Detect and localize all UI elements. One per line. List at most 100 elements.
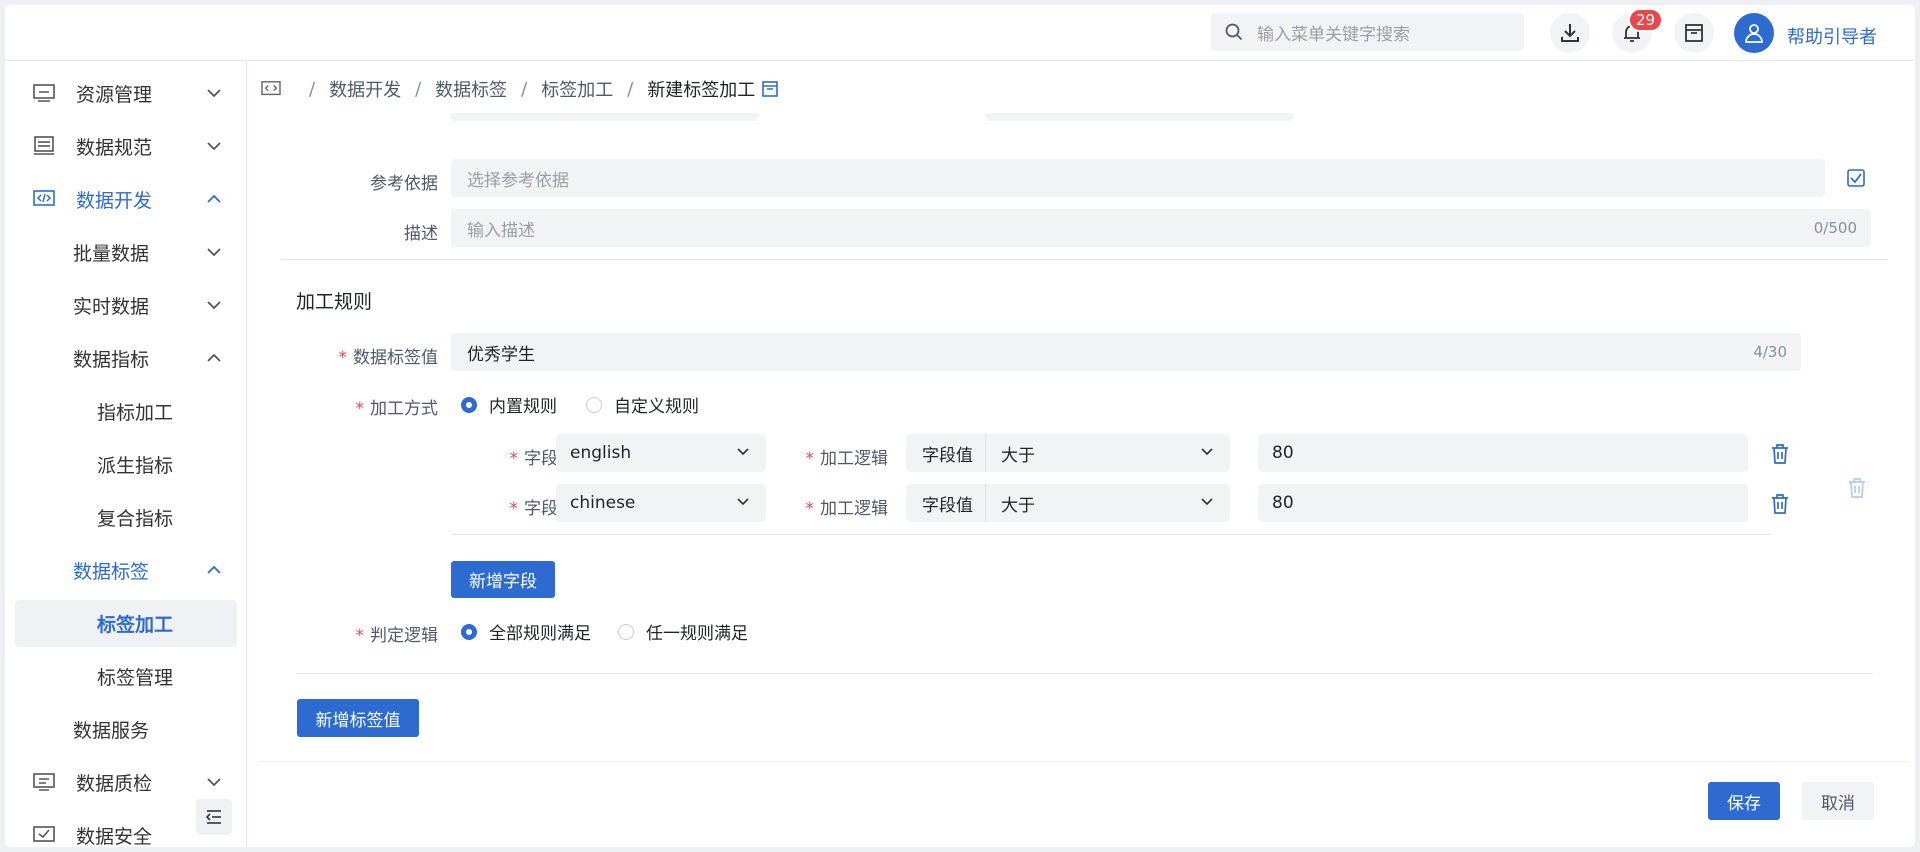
username-link[interactable]: 帮助引导者 bbox=[1787, 23, 1877, 49]
sidebar-item-data-metrics[interactable]: 数据指标 bbox=[15, 335, 237, 382]
sidebar-item-derived-metrics[interactable]: 派生指标 bbox=[15, 441, 237, 488]
sidebar-item-label: 数据指标 bbox=[73, 349, 150, 371]
rule-field-value: english bbox=[570, 443, 632, 463]
sidebar-collapse-button[interactable] bbox=[196, 799, 232, 835]
sidebar-item-data-tags[interactable]: 数据标签 bbox=[15, 547, 237, 594]
chevron-down-icon bbox=[1201, 448, 1213, 456]
add-tag-value-button[interactable]: 新增标签值 bbox=[297, 699, 419, 737]
rule-operator: 大于 bbox=[1001, 495, 1035, 516]
radio-unchecked bbox=[618, 623, 634, 640]
archive-icon bbox=[1685, 24, 1703, 42]
tag-value-label-text: 数据标签值 bbox=[353, 348, 438, 368]
rule-value-input[interactable]: 80 bbox=[1258, 434, 1748, 472]
sidebar-item-metric-processing[interactable]: 指标加工 bbox=[15, 388, 237, 435]
breadcrumb-current: 新建标签加工 bbox=[647, 80, 756, 101]
radio-label: 全部规则满足 bbox=[489, 624, 591, 644]
divider bbox=[985, 484, 986, 522]
rule-value: 80 bbox=[1272, 443, 1294, 463]
menu-search-input[interactable]: 输入菜单关键字搜索 bbox=[1211, 13, 1524, 51]
delete-rule-icon[interactable] bbox=[1770, 443, 1790, 465]
tag-value-counter: 4/30 bbox=[1753, 343, 1787, 361]
rule-operator: 大于 bbox=[1001, 445, 1035, 466]
save-button[interactable]: 保存 bbox=[1708, 782, 1780, 820]
scrolled-field[interactable] bbox=[986, 113, 1293, 121]
sidebar-item-batch-data[interactable]: 批量数据 bbox=[15, 229, 237, 276]
monitor-check-icon bbox=[33, 773, 55, 791]
breadcrumb-item[interactable]: 数据标签 bbox=[435, 76, 507, 102]
form-card: 参考依据 选择参考依据 描述 输入描述 0/500 加工规则 * 数据标签值 优秀… bbox=[258, 113, 1908, 759]
breadcrumb-separator: / bbox=[415, 78, 422, 100]
rule-field-select[interactable]: chinese bbox=[556, 484, 766, 522]
rule-field-value: chinese bbox=[570, 493, 636, 513]
sidebar-item-label: 数据开发 bbox=[76, 190, 153, 212]
sidebar-item-label: 批量数据 bbox=[73, 243, 150, 265]
sidebar-item-data-standards[interactable]: 数据规范 bbox=[15, 123, 237, 170]
breadcrumb-item[interactable]: 数据开发 bbox=[329, 76, 401, 102]
breadcrumb-separator: / bbox=[627, 78, 634, 100]
download-icon bbox=[1561, 24, 1579, 42]
add-field-button[interactable]: 新增字段 bbox=[451, 561, 555, 598]
radio-label: 任一规则满足 bbox=[646, 624, 748, 644]
breadcrumb-item[interactable]: 标签加工 bbox=[541, 76, 613, 102]
judge-label: * 判定逻辑 bbox=[355, 626, 439, 646]
sidebar-item-data-service[interactable]: 数据服务 bbox=[15, 706, 237, 753]
checkbox-icon[interactable] bbox=[1847, 169, 1865, 187]
sidebar-item-composite-metrics[interactable]: 复合指标 bbox=[15, 494, 237, 541]
radio-unchecked bbox=[586, 396, 602, 413]
tag-value: 优秀学生 bbox=[467, 344, 535, 365]
judge-label-text: 判定逻辑 bbox=[370, 626, 438, 646]
chevron-up-icon bbox=[207, 194, 221, 203]
radio-label: 自定义规则 bbox=[614, 397, 699, 417]
tag-value-input[interactable]: 优秀学生 4/30 bbox=[451, 333, 1801, 371]
reference-select[interactable]: 选择参考依据 bbox=[451, 159, 1825, 197]
rule-field-label-text: 字段 bbox=[524, 499, 558, 519]
code-icon bbox=[261, 81, 281, 96]
sidebar-item-data-development[interactable]: 数据开发 bbox=[15, 176, 237, 223]
description-counter: 0/500 bbox=[1813, 219, 1857, 237]
sidebar-item-label: 数据标签 bbox=[73, 561, 150, 583]
description-label: 描述 bbox=[404, 224, 438, 244]
database-icon bbox=[34, 136, 54, 155]
rule-value-input[interactable]: 80 bbox=[1258, 484, 1748, 522]
sidebar-item-tag-processing[interactable]: 标签加工 bbox=[15, 600, 237, 647]
chevron-down-icon bbox=[737, 448, 749, 456]
download-button[interactable] bbox=[1550, 13, 1590, 53]
sidebar-item-tag-management[interactable]: 标签管理 bbox=[15, 653, 237, 700]
sidebar-item-label: 数据质检 bbox=[76, 773, 153, 795]
rule-value: 80 bbox=[1272, 493, 1294, 513]
code-icon bbox=[33, 190, 55, 206]
radio-all-rules[interactable]: 全部规则满足 bbox=[461, 619, 591, 644]
notification-badge: 29 bbox=[1628, 8, 1664, 32]
sidebar-item-label: 指标加工 bbox=[97, 402, 174, 424]
section-title: 加工规则 bbox=[296, 291, 373, 313]
radio-custom-rule[interactable]: 自定义规则 bbox=[586, 392, 699, 417]
top-bar: 输入菜单关键字搜索 29 帮助引导者 bbox=[5, 5, 1915, 61]
search-placeholder: 输入菜单关键字搜索 bbox=[1257, 24, 1410, 45]
collapse-menu-icon bbox=[205, 810, 221, 824]
sidebar-item-resource-management[interactable]: 资源管理 bbox=[15, 70, 237, 117]
monitor-icon bbox=[33, 84, 55, 102]
delete-tag-value-icon[interactable] bbox=[1847, 477, 1867, 499]
sidebar-item-realtime-data[interactable]: 实时数据 bbox=[15, 282, 237, 329]
chevron-down-icon bbox=[207, 89, 221, 98]
archive-button[interactable] bbox=[1674, 13, 1714, 53]
breadcrumb-separator: / bbox=[521, 78, 528, 100]
rule-logic-label-text: 加工逻辑 bbox=[820, 449, 888, 469]
description-textarea[interactable]: 输入描述 0/500 bbox=[451, 209, 1871, 247]
scrolled-field[interactable] bbox=[451, 113, 758, 121]
rule-field-select[interactable]: english bbox=[556, 434, 766, 472]
breadcrumb: / 数据开发 / 数据标签 / 标签加工 / 新建标签加工 bbox=[261, 74, 779, 104]
radio-any-rule[interactable]: 任一规则满足 bbox=[618, 619, 748, 644]
rule-logic-select[interactable]: 字段值 大于 bbox=[906, 434, 1230, 472]
reference-label: 参考依据 bbox=[370, 174, 438, 194]
sidebar-item-label: 资源管理 bbox=[76, 84, 153, 106]
chevron-down-icon bbox=[737, 498, 749, 506]
delete-rule-icon[interactable] bbox=[1770, 493, 1790, 515]
rule-logic-type: 字段值 bbox=[922, 495, 973, 516]
rule-logic-select[interactable]: 字段值 大于 bbox=[906, 484, 1230, 522]
avatar[interactable] bbox=[1734, 13, 1774, 53]
method-label: * 加工方式 bbox=[355, 399, 439, 419]
radio-builtin-rule[interactable]: 内置规则 bbox=[461, 392, 557, 417]
cancel-button[interactable]: 取消 bbox=[1802, 782, 1874, 820]
archive-icon[interactable] bbox=[761, 80, 779, 98]
